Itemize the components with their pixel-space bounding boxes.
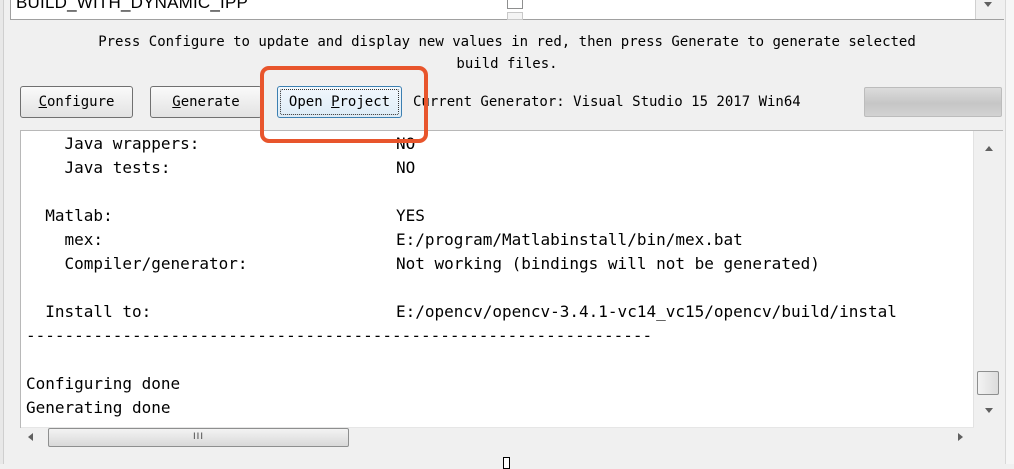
output-key: Java wrappers: [26, 134, 200, 153]
output-value: NO [396, 134, 416, 153]
scroll-right-arrow-icon[interactable] [958, 433, 963, 441]
current-generator-label: Current Generator: Visual Studio 15 2017… [413, 94, 801, 110]
output-value: NO [396, 158, 416, 177]
focus-rectangle [280, 89, 399, 115]
configure-label: onfigure [47, 94, 115, 110]
progress-bar [864, 87, 1002, 117]
cache-variable-name: BUILD_WITH_DYNAMIC_IPP [16, 0, 249, 12]
output-key: Generating done [26, 398, 171, 417]
output-key: Install to: [26, 302, 152, 321]
output-value: Not working (bindings will not be genera… [396, 254, 820, 273]
scroll-up-arrow-icon[interactable] [985, 146, 993, 151]
output-key: Java tests: [26, 158, 171, 177]
scroll-corner [974, 427, 1003, 448]
mouse-cursor-icon [503, 457, 510, 469]
output-value: YES [396, 206, 425, 225]
cache-value-checkbox[interactable] [507, 0, 523, 9]
configure-hint-text: Press Configure to update and display ne… [98, 34, 916, 72]
output-log[interactable]: Java wrappers: NO Java tests: NO Matlab: YE… [20, 130, 1003, 428]
output-key: Configuring done [26, 374, 181, 393]
output-value: E:/program/Matlabinstall/bin/mex.bat [396, 230, 743, 249]
generate-button[interactable]: Generate [150, 86, 262, 118]
generate-label: enerate [180, 94, 240, 110]
output-key: ----------------------------------------… [26, 326, 653, 345]
output-key: Matlab: [26, 206, 113, 225]
open-project-button[interactable]: Open Project [277, 86, 402, 118]
scroll-left-arrow-icon[interactable] [28, 433, 33, 441]
window-right-edge [1005, 0, 1014, 464]
window-left-edge [0, 0, 4, 464]
output-value: E:/opencv/opencv-3.4.1-vc14_vc15/opencv/… [396, 302, 897, 321]
cache-next-row-checkbox[interactable] [507, 12, 523, 20]
output-key: mex: [26, 230, 104, 249]
scroll-down-arrow-icon[interactable] [985, 408, 993, 413]
output-key: Compiler/generator: [26, 254, 248, 273]
configure-button[interactable]: Configure [20, 86, 133, 118]
horizontal-scroll-thumb[interactable]: III [48, 428, 349, 447]
vertical-scroll-thumb[interactable] [977, 371, 999, 395]
generate-mnemonic: G [172, 94, 181, 110]
configure-mnemonic: C [38, 94, 47, 110]
scroll-down-arrow-icon[interactable] [984, 2, 992, 7]
